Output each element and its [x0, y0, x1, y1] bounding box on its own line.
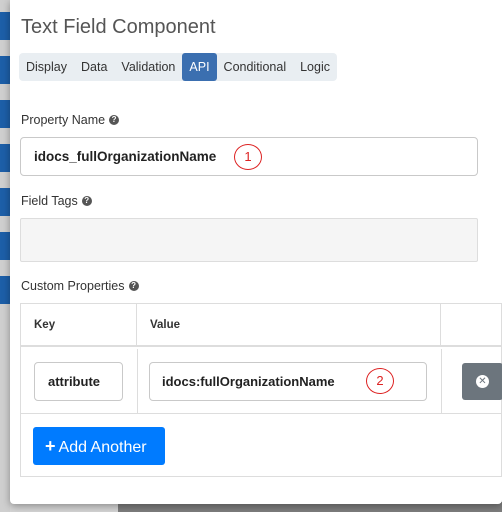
tab-api[interactable]: API	[182, 53, 217, 81]
field-tags-label: Field Tags ?	[21, 194, 92, 208]
times-circle-icon: ✕	[476, 375, 489, 388]
tab-logic[interactable]: Logic	[293, 53, 337, 81]
background-sidebar-item	[0, 12, 10, 40]
add-another-label: Add Another	[58, 439, 147, 456]
column-header-actions	[441, 304, 502, 347]
custom-properties-label: Custom Properties ?	[21, 279, 139, 293]
background-sidebar-item	[0, 100, 10, 128]
background-sidebar-item	[0, 56, 10, 84]
custom-properties-label-text: Custom Properties	[21, 279, 125, 293]
background-sidebar-item	[0, 276, 10, 304]
plus-icon: +	[45, 436, 56, 456]
question-circle-icon[interactable]: ?	[81, 196, 92, 206]
property-name-label-text: Property Name	[21, 113, 106, 127]
column-divider	[137, 349, 138, 413]
column-divider	[441, 349, 442, 413]
column-header-value: Value	[137, 304, 441, 347]
column-header-key: Key	[21, 304, 137, 347]
settings-tabs: Display Data Validation API Conditional …	[19, 53, 337, 81]
annotation-marker-1: 1	[234, 144, 262, 170]
row-divider	[21, 413, 502, 414]
background-sidebar-item	[0, 144, 10, 172]
remove-row-button[interactable]: ✕	[462, 363, 502, 400]
modal-title: Text Field Component	[21, 16, 216, 38]
tab-conditional[interactable]: Conditional	[217, 53, 294, 81]
tab-validation[interactable]: Validation	[114, 53, 182, 81]
field-tags-label-text: Field Tags	[21, 194, 78, 208]
question-circle-icon[interactable]: ?	[128, 281, 139, 291]
add-another-button[interactable]: + Add Another	[33, 427, 165, 465]
tab-data[interactable]: Data	[74, 53, 114, 81]
tab-display[interactable]: Display	[19, 53, 74, 81]
property-key-input[interactable]: attribute	[34, 362, 123, 401]
annotation-marker-2: 2	[366, 368, 394, 394]
custom-properties-table: Key Value attribute idocs:fullOrganizati…	[20, 303, 502, 477]
field-tags-input[interactable]	[20, 218, 478, 262]
question-circle-icon[interactable]: ?	[109, 115, 120, 125]
property-name-label: Property Name ?	[21, 113, 120, 127]
background-sidebar-item	[0, 232, 10, 260]
component-settings-modal: Text Field Component Display Data Valida…	[10, 0, 502, 504]
background-sidebar-item	[0, 188, 10, 216]
